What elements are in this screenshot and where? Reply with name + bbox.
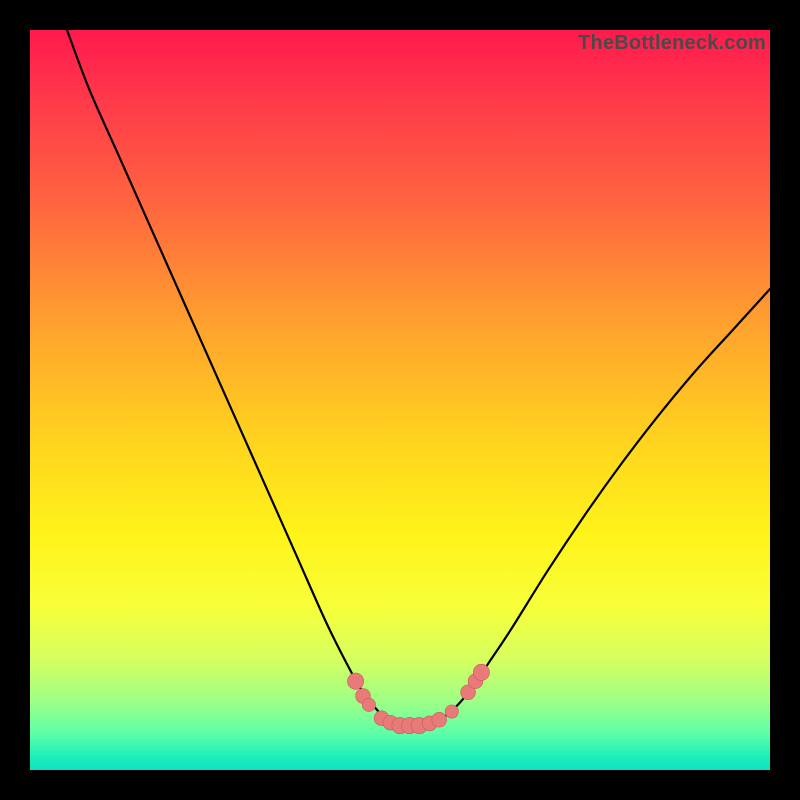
chart-frame: TheBottleneck.com	[0, 0, 800, 800]
plot-area	[30, 30, 770, 770]
